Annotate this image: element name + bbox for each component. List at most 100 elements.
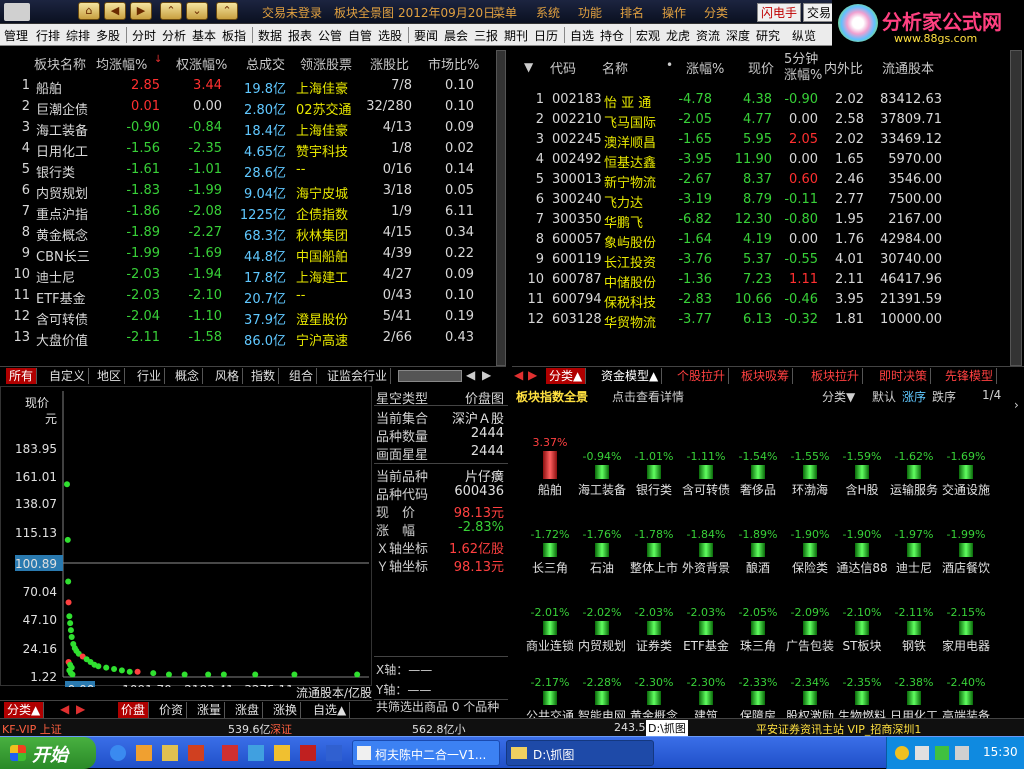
left-header-2[interactable]: 权涨幅% [176,54,227,73]
trade-button[interactable]: 交易 [803,3,836,22]
toolbar-item-18[interactable]: 自选 [570,27,594,44]
data-point[interactable] [64,536,71,543]
quicklaunch-app6-icon[interactable] [248,745,264,761]
collapse-button[interactable]: ⌃ [216,2,238,20]
model-tab-0[interactable]: 分类▲ [546,368,587,384]
chart-tab-4[interactable]: 涨盘 [232,702,264,718]
sector-row[interactable]: 13 大盘价值 -2.11 -1.58 86.0亿 宁沪高速 2/66 0.43 [0,328,496,349]
data-point[interactable] [220,671,227,678]
sector-block[interactable]: -2.09% 广告包装 [780,606,840,654]
toolbar-item-13[interactable]: 要闻 [414,27,438,44]
stock-row[interactable]: 10 600787 中储股份 -1.36 7.23 1.11 2.11 46417.96 [512,270,1010,291]
right-header-3[interactable]: 现价 [748,58,774,77]
sector-block[interactable]: -2.10% ST板块 [832,606,892,654]
sector-block[interactable]: -1.90% 保险类 [780,528,840,576]
data-point[interactable] [111,665,118,672]
sector-block[interactable]: -1.90% 通达信88 [832,528,892,576]
quicklaunch-app4-icon[interactable] [188,745,204,761]
quicklaunch-app5-icon[interactable] [222,745,238,761]
stock-row[interactable]: 7 300350 华鹏飞 -6.82 12.30 -0.80 1.95 2167.00 [512,210,1010,231]
left-header-5[interactable]: 涨股比 [370,54,409,73]
right-header-5[interactable]: 内外比 [824,58,863,77]
down-button[interactable]: ⌄ [186,2,208,20]
sector-row[interactable]: 5 银行类 -1.61 -1.01 28.6亿 -- 0/16 0.14 [0,160,496,181]
toolbar-item-11[interactable]: 自管 [348,27,372,44]
taskbar-window-2[interactable]: D:\抓图 [506,740,654,766]
sector-tab-4[interactable]: 概念 [172,368,204,384]
quicklaunch-app7-icon[interactable] [274,745,290,761]
data-point[interactable] [95,663,102,670]
right-header-6[interactable]: 流通股本 [882,58,934,77]
sector-block[interactable]: -1.72% 长三角 [520,528,580,576]
sector-tab-0[interactable]: 所有 [6,368,38,384]
model-tab-5[interactable]: 即时决策 [876,368,932,384]
left-header-1[interactable]: 均涨幅% [96,54,147,73]
tab-scroll-bar[interactable] [398,370,462,382]
model-tab-3[interactable]: 板块吸筹 [738,368,794,384]
left-header-6[interactable]: 市场比% [428,54,479,73]
tab-next-icon[interactable]: ▶ [482,368,491,382]
left-header-3[interactable]: 总成交 [246,54,285,73]
sort-asc[interactable]: 涨序 [902,388,926,405]
stock-row[interactable]: 12 603128 华贸物流 -3.77 6.13 -0.32 1.81 10000.00 [512,310,1010,331]
home-button[interactable]: ⌂ [78,2,100,20]
sector-tab-7[interactable]: 组合 [286,368,318,384]
sector-tab-5[interactable]: 风格 [212,368,244,384]
sector-tab-8[interactable]: 证监会行业 [324,368,392,384]
quicklaunch-app3-icon[interactable] [162,745,178,761]
tray-icon-1[interactable] [895,746,909,760]
sector-block[interactable]: -2.05% 珠三角 [728,606,788,654]
stock-row[interactable]: 6 300240 飞力达 -3.19 8.79 -0.11 2.77 7500.00 [512,190,1010,211]
data-point[interactable] [291,671,298,678]
quicklaunch-app2-icon[interactable] [136,745,152,761]
collapse-icon[interactable]: ▼ [524,60,533,74]
quicklaunch-app9-icon[interactable] [326,745,342,761]
sector-block[interactable]: -1.99% 酒店餐饮 [936,528,996,576]
data-point[interactable] [68,634,75,641]
sort-desc[interactable]: 跌序 [932,388,956,405]
toolbar-item-15[interactable]: 三报 [474,27,498,44]
sector-row[interactable]: 9 CBN长三 -1.99 -1.69 44.8亿 中国船舶 4/39 0.22 [0,244,496,265]
toolbar-item-21[interactable]: 龙虎 [666,27,690,44]
sector-block[interactable]: -2.17% 公共交通 [520,676,580,724]
menu-menu[interactable]: 菜单 [493,4,517,21]
sector-row[interactable]: 11 ETF基金 -2.03 -2.10 20.7亿 -- 0/43 0.10 [0,286,496,307]
sector-tab-6[interactable]: 指数 [248,368,280,384]
toolbar-item-4[interactable]: 分时 [132,27,156,44]
chart-tab-prev-icon[interactable]: ◀ [60,702,69,716]
data-point[interactable] [69,671,76,678]
sector-block[interactable]: -2.01% 商业连锁 [520,606,580,654]
sector-block[interactable]: -1.55% 环渤海 [780,450,840,498]
sector-row[interactable]: 1 船舶 2.85 3.44 19.8亿 上海佳豪 7/8 0.10 [0,76,496,97]
right-table-scrollbar[interactable] [1010,50,1022,366]
data-point[interactable] [181,671,188,678]
data-point[interactable] [64,481,70,488]
toolbar-item-2[interactable]: 综排 [66,27,90,44]
sector-block[interactable]: -2.11% 钢铁 [884,606,944,654]
stock-row[interactable]: 4 002492 恒基达鑫 -3.95 11.90 0.00 1.65 5970.00 [512,150,1010,171]
sector-block[interactable]: -1.78% 整体上市 [624,528,684,576]
model-tab-2[interactable]: 个股拉升 [674,368,730,384]
left-header-0[interactable]: 板块名称 [34,54,86,73]
sector-row[interactable]: 2 巨潮企债 0.01 0.00 2.80亿 02苏交通 32/280 0.10 [0,97,496,118]
model-tab-6[interactable]: 先锋模型 [942,368,998,384]
toolbar-item-5[interactable]: 分析 [162,27,186,44]
stock-row[interactable]: 1 002183 怡 亚 通 -4.78 4.38 -0.90 2.02 83412.63 [512,90,1010,111]
chart-tab-next-icon[interactable]: ▶ [76,702,85,716]
toolbar-item-12[interactable]: 选股 [378,27,402,44]
toolbar-item-14[interactable]: 晨会 [444,27,468,44]
sector-block[interactable]: -2.34% 股权激励 [780,676,840,724]
sector-block[interactable]: -2.02% 内贸规划 [572,606,632,654]
sector-block[interactable]: -1.01% 银行类 [624,450,684,498]
stock-row[interactable]: 2 002210 飞马国际 -2.05 4.77 0.00 2.58 37809.71 [512,110,1010,131]
toolbar-item-1[interactable]: 行排 [36,27,60,44]
sector-block[interactable]: -2.30% 黄金概念 [624,676,684,724]
data-point[interactable] [65,578,72,585]
sector-block[interactable]: -2.40% 高端装备 [936,676,996,724]
category-dropdown[interactable]: 分类▼ [822,388,855,405]
sector-block[interactable]: -1.62% 运输服务 [884,450,944,498]
chart-tab-5[interactable]: 涨换 [270,702,302,718]
sector-row[interactable]: 7 重点沪指 -1.86 -2.08 1225亿 企债指数 1/9 6.11 [0,202,496,223]
sector-tab-2[interactable]: 地区 [94,368,126,384]
sector-block[interactable]: 3.37% 船舶 [520,436,580,498]
